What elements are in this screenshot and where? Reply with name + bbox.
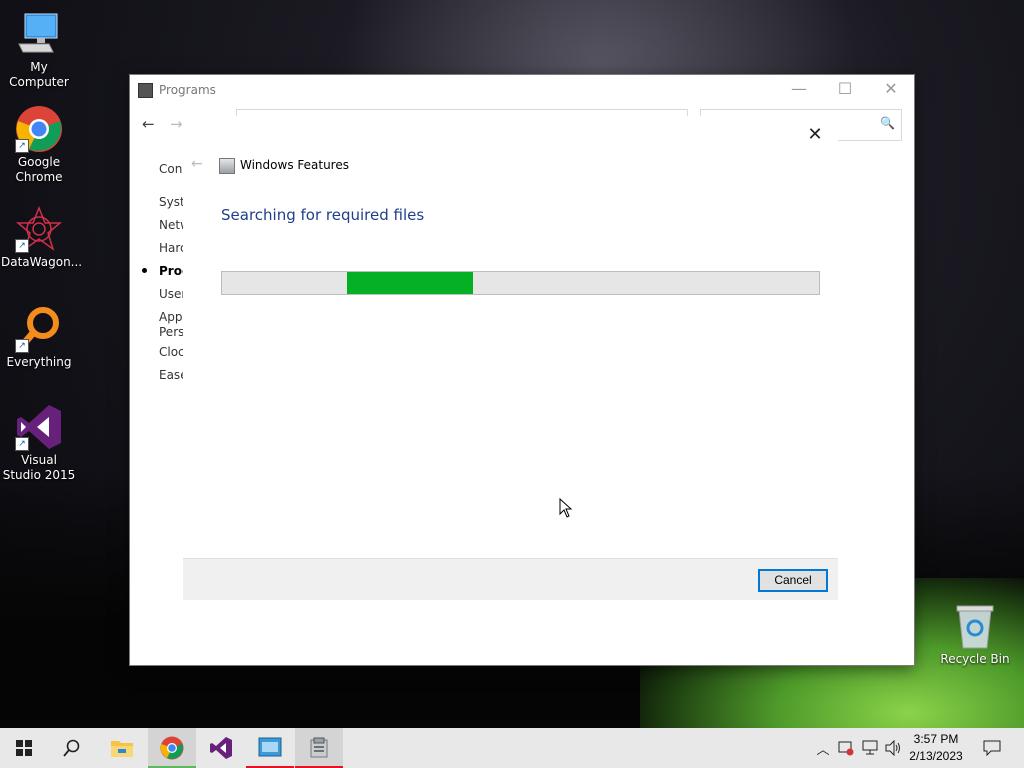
sidebar-header[interactable]: Con: [159, 162, 183, 176]
taskbar-windows-features[interactable]: [295, 728, 343, 768]
taskbar-visual-studio[interactable]: [197, 728, 245, 768]
status-heading: Searching for required files: [221, 206, 425, 224]
volume-icon[interactable]: [884, 728, 904, 768]
search-icon: [63, 739, 80, 757]
taskbar-search-button[interactable]: [48, 728, 96, 768]
clock-time: 3:57 PM: [913, 732, 959, 746]
desktop-icon-datawagon[interactable]: ↗ DataWagon...: [1, 205, 83, 270]
windows-features-icon: [219, 158, 235, 174]
visual-studio-icon: ↗: [15, 403, 63, 451]
desktop-icon-label: Everything: [6, 355, 72, 369]
forward-arrow-icon[interactable]: →: [170, 115, 183, 133]
start-button[interactable]: [0, 728, 48, 768]
sidebar-item-user-accounts[interactable]: User: [159, 287, 183, 301]
window-title: Programs: [159, 83, 216, 97]
system-clock[interactable]: 3:57 PM 2/13/2023: [906, 731, 966, 765]
features-icon: [310, 737, 328, 758]
shortcut-arrow-icon: ↗: [15, 437, 29, 451]
computer-icon: [15, 10, 63, 58]
desktop-icon-label: Recycle Bin: [940, 652, 1010, 666]
shortcut-arrow-icon: ↗: [15, 139, 29, 153]
dialog-footer: Cancel: [183, 558, 838, 600]
sidebar-item-clock[interactable]: Cloc: [159, 345, 183, 359]
progress-fill: [347, 272, 473, 294]
control-panel-icon: [138, 83, 153, 98]
sidebar-item-ease-of-access[interactable]: Ease: [159, 368, 183, 382]
windows-features-dialog: ✕ ← Windows Features Searching for requi…: [183, 116, 838, 600]
recycle-bin-icon: [951, 602, 999, 650]
dialog-close-button[interactable]: ✕: [792, 118, 838, 152]
minimize-button[interactable]: —: [776, 75, 822, 103]
sidebar-item-hardware[interactable]: Harc: [159, 241, 183, 255]
cancel-button[interactable]: Cancel: [758, 569, 828, 592]
search-icon: 🔍: [880, 116, 895, 130]
taskbar-file-explorer[interactable]: [98, 728, 146, 768]
everything-search-icon: ↗: [15, 305, 63, 353]
desktop-icon-visual-studio[interactable]: ↗ Visual Studio 2015: [1, 403, 77, 483]
mouse-cursor-icon: [559, 498, 573, 518]
taskbar-control-panel[interactable]: [246, 728, 294, 768]
sidebar-item-appearance[interactable]: App: [159, 310, 183, 324]
window-titlebar[interactable]: Programs — ☐ ✕: [130, 75, 914, 105]
back-arrow-icon[interactable]: ←: [142, 115, 155, 133]
desktop-icon-google-chrome[interactable]: ↗ Google Chrome: [1, 105, 77, 185]
sidebar-item-system[interactable]: Syste: [159, 195, 183, 209]
maximize-button[interactable]: ☐: [822, 75, 868, 103]
sidebar-item-personalization[interactable]: Pers: [159, 325, 183, 339]
action-center-icon[interactable]: [978, 728, 1006, 768]
taskbar: ︿ 3:57 PM 2/13/2023: [0, 728, 1024, 768]
desktop-icon-recycle-bin[interactable]: Recycle Bin: [937, 602, 1013, 667]
desktop-icon-everything[interactable]: ↗ Everything: [1, 305, 77, 370]
desktop-icon-label: Visual Studio 2015: [2, 453, 76, 482]
datawagon-icon: ↗: [15, 205, 63, 253]
windows-logo-icon: [16, 740, 32, 756]
desktop-icon-label: DataWagon...: [1, 255, 83, 269]
security-alert-icon[interactable]: [836, 728, 856, 768]
desktop-icon-my-computer[interactable]: My Computer: [1, 10, 77, 90]
progress-bar: [221, 271, 820, 295]
shortcut-arrow-icon: ↗: [15, 239, 29, 253]
taskbar-chrome[interactable]: [148, 728, 196, 768]
visual-studio-icon: [210, 737, 232, 759]
chrome-icon: ↗: [15, 105, 63, 153]
selected-bullet: [142, 268, 147, 273]
sidebar-item-network[interactable]: Netw: [159, 218, 183, 232]
desktop-icon-label: Google Chrome: [15, 155, 63, 184]
chrome-icon: [160, 736, 184, 760]
dialog-back-arrow-icon[interactable]: ←: [191, 156, 203, 172]
dialog-title: Windows Features: [240, 158, 349, 172]
network-icon[interactable]: [860, 728, 882, 768]
desktop-icon-label: My Computer: [9, 60, 69, 89]
shortcut-arrow-icon: ↗: [15, 339, 29, 353]
folder-icon: [111, 741, 133, 757]
close-button[interactable]: ✕: [868, 75, 914, 103]
sidebar-item-programs[interactable]: Prog: [159, 264, 183, 278]
show-hidden-icons-chevron-icon[interactable]: ︿: [814, 728, 832, 768]
control-panel-icon: [258, 737, 282, 757]
clock-date: 2/13/2023: [909, 749, 963, 763]
